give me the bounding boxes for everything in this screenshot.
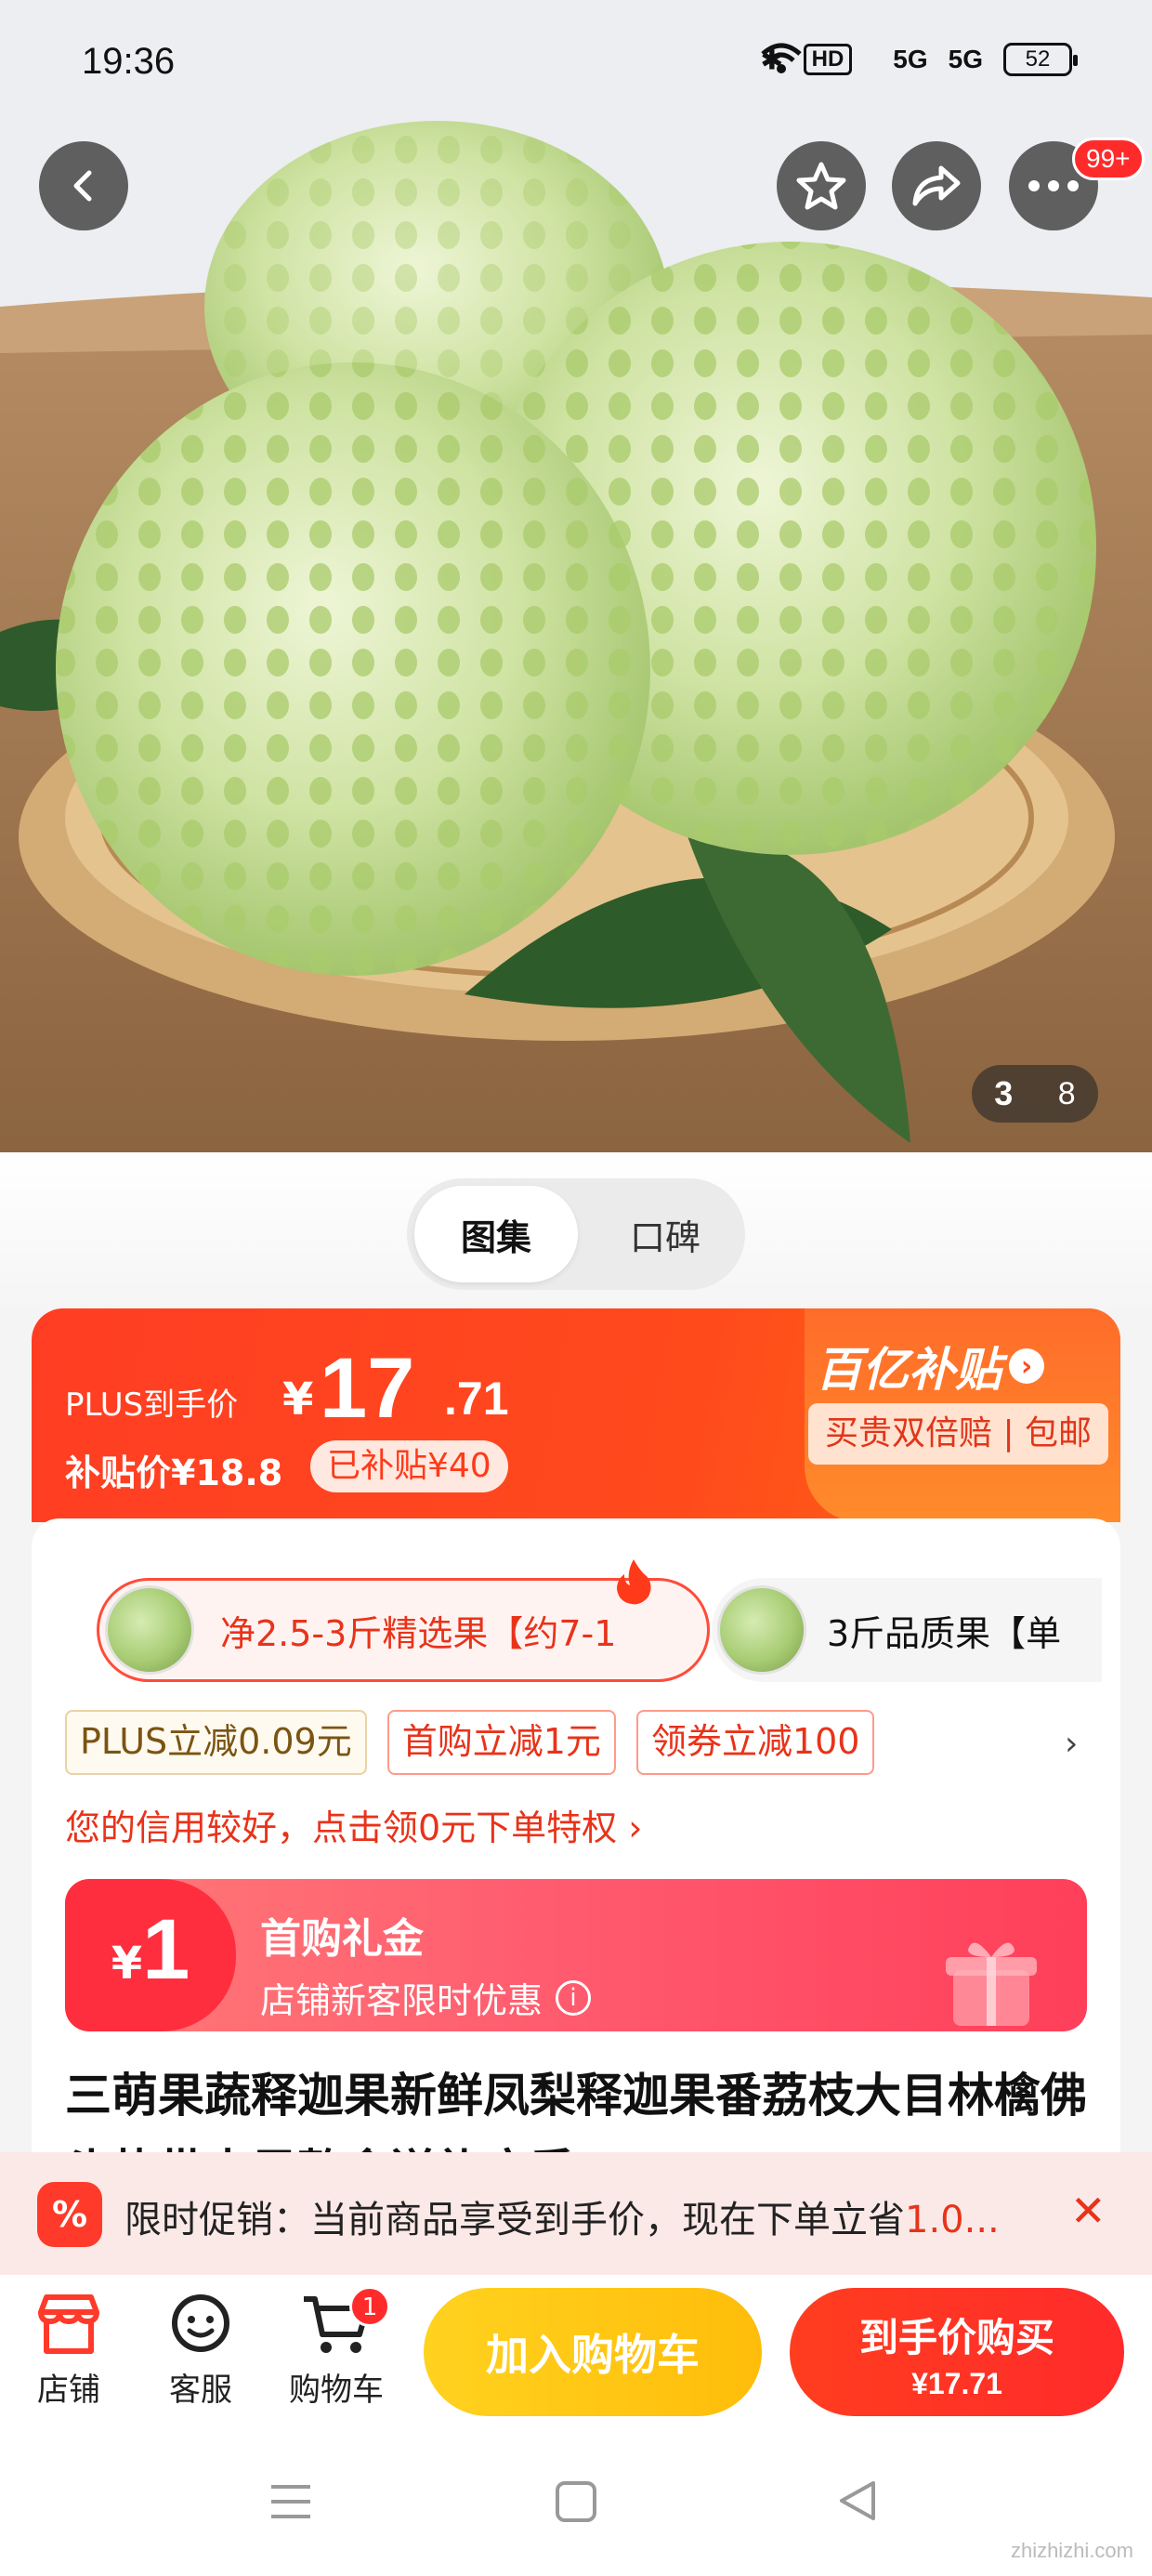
- gift-subtitle: 店铺新客限时优惠: [260, 1980, 543, 2021]
- credit-notice-link[interactable]: 您的信用较好，点击领0元下单特权 ›: [65, 1799, 642, 1850]
- back-button[interactable]: [39, 141, 128, 230]
- variant-label: 3斤品质果【单: [827, 1612, 1062, 1654]
- chat-icon: [172, 2294, 229, 2352]
- product-image-gallery[interactable]: 19:36 ✱ HD 5G 5G 52 99+ 3 8: [0, 0, 1152, 1152]
- coupon-list: PLUS立减0.09元 首购立减1元 领券立减100: [65, 1710, 875, 1775]
- promo-text-prefix: 限时促销：当前商品享受到手价，现在下单立省: [124, 2199, 905, 2241]
- variant-thumbnail: [105, 1585, 194, 1675]
- share-button[interactable]: [892, 141, 981, 230]
- tab-gallery[interactable]: 图集: [414, 1186, 578, 1282]
- coupon-plus[interactable]: PLUS立减0.09元: [65, 1710, 367, 1775]
- view-toggle: 图集 口碑: [407, 1178, 745, 1290]
- subsidy-brand-link[interactable]: 百亿补贴 ›: [816, 1333, 1044, 1400]
- tab-reviews[interactable]: 口碑: [593, 1186, 738, 1282]
- hd-voice-icon: HD: [803, 44, 853, 75]
- chevron-left-icon: [73, 170, 92, 202]
- home-square-icon[interactable]: [554, 2479, 598, 2524]
- coupon-claim[interactable]: 领券立减100: [635, 1710, 875, 1775]
- gift-box-icon: [946, 1942, 1037, 2026]
- tab-store-label: 店铺: [37, 2372, 100, 2409]
- status-time: 19:36: [82, 41, 176, 82]
- image-counter: 3 8: [972, 1065, 1098, 1123]
- signal-5g-icon-2: 5G: [948, 45, 983, 73]
- subsidy-price: 补贴价¥18.8: [65, 1452, 283, 1493]
- cart-count-badge: 1: [349, 2286, 390, 2327]
- variant-option[interactable]: 3斤品质果【单: [712, 1578, 1102, 1682]
- back-triangle-icon[interactable]: [836, 2477, 879, 2524]
- price-banner: PLUS到手价 ¥ 17 .71 补贴价¥18.8 已补贴¥40 百亿补贴 › …: [32, 1308, 1120, 1522]
- gift-amount: ¥ 1: [65, 1879, 236, 2031]
- battery-icon: 52: [1003, 43, 1078, 76]
- menu-icon[interactable]: [268, 2481, 314, 2522]
- watermark: zhizhizhi.com: [1010, 2539, 1133, 2562]
- more-dots-icon: [1028, 180, 1079, 191]
- price-currency: ¥: [282, 1373, 314, 1426]
- first-purchase-gift-card[interactable]: ¥ 1 首购礼金 店铺新客限时优惠 i: [65, 1879, 1087, 2031]
- buy-now-price: ¥17.71: [911, 2367, 1002, 2400]
- chevron-right-icon[interactable]: ›: [1065, 1725, 1078, 1763]
- add-to-cart-button[interactable]: 加入购物车: [424, 2288, 762, 2416]
- plus-price-label: PLUS到手价: [65, 1387, 239, 1424]
- price-decimal: .71: [444, 1373, 509, 1425]
- system-nav-bar: zhizhizhi.com: [0, 2424, 1152, 2576]
- status-bar: 19:36 ✱ HD 5G 5G 52: [0, 0, 1152, 139]
- promo-text-amount: 1.0...: [905, 2199, 1000, 2241]
- tab-customer-service[interactable]: 客服: [145, 2292, 256, 2410]
- info-icon[interactable]: i: [556, 1979, 592, 2016]
- message-count-badge: 99+: [1072, 138, 1145, 180]
- discount-percent-icon: %: [37, 2182, 102, 2247]
- tab-store[interactable]: 店铺: [13, 2292, 124, 2410]
- variant-label: 净2.5-3斤精选果【约7-1: [220, 1612, 617, 1654]
- product-title: 三萌果蔬释迦果新鲜凤梨释迦果番荔枝大目林檎佛头热带水果整盒送礼应季: [65, 2069, 1087, 2160]
- star-icon: [796, 162, 846, 210]
- subsidy-amount-tag: 已补贴¥40: [310, 1440, 508, 1492]
- tab-customer-service-label: 客服: [169, 2372, 232, 2409]
- gift-title: 首购礼金: [260, 1915, 424, 1963]
- price-integer: 17: [320, 1341, 415, 1436]
- image-index-total: 8: [1057, 1075, 1076, 1111]
- tab-cart-label: 购物车: [289, 2372, 384, 2409]
- share-icon: [912, 165, 961, 206]
- variant-thumbnail: [717, 1585, 806, 1675]
- buy-now-button[interactable]: 到手价购买 ¥17.71: [790, 2288, 1124, 2416]
- signal-5g-icon-1: 5G: [893, 45, 928, 73]
- gift-currency: ¥: [111, 1938, 143, 1990]
- guarantee-badge[interactable]: 买贵双倍赔 | 包邮: [808, 1403, 1109, 1465]
- favorite-button[interactable]: [777, 141, 866, 230]
- gift-subtitle-row: 店铺新客限时优惠 i: [260, 1972, 592, 2023]
- hot-flame-icon: [617, 1559, 651, 1605]
- image-index-current: 3: [994, 1074, 1014, 1112]
- buy-now-label: 到手价购买: [858, 2315, 1054, 2360]
- status-icons: ✱ HD 5G 5G 52: [761, 43, 1078, 76]
- close-icon[interactable]: ✕: [1070, 2186, 1106, 2236]
- promo-text: 限时促销：当前商品享受到手价，现在下单立省1.0...: [124, 2189, 1035, 2243]
- gift-value: 1: [142, 1902, 190, 1997]
- view-toggle-area: 图集 口碑: [0, 1152, 1152, 1310]
- chevron-right-icon: ›: [1009, 1348, 1044, 1384]
- subsidy-brand-label: 百亿补贴: [816, 1343, 1001, 1397]
- store-icon: [38, 2294, 99, 2354]
- promo-strip[interactable]: % 限时促销：当前商品享受到手价，现在下单立省1.0... ✕: [0, 2152, 1152, 2275]
- coupon-first-purchase[interactable]: 首购立减1元: [386, 1710, 616, 1775]
- product-info-card: 净2.5-3斤精选果【约7-1 3斤品质果【单 PLUS立减0.09元 首购立减…: [32, 1518, 1120, 2160]
